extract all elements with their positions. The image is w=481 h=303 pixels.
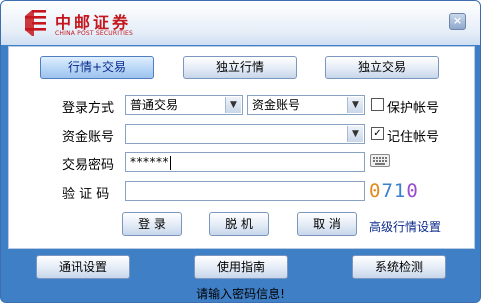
offline-button[interactable]: 脱 机 [209, 212, 269, 236]
captcha-char: 7 [381, 180, 394, 202]
comm-settings-button[interactable]: 通讯设置 [36, 255, 130, 279]
close-icon: × [452, 14, 463, 27]
soft-keyboard-icon[interactable] [370, 152, 390, 168]
status-message: 请输入密码信息! [196, 287, 285, 301]
mode-quote-trade-button[interactable]: 行情+交易 [40, 56, 154, 79]
login-method-value: 普通交易 [130, 98, 179, 112]
login-button[interactable]: 登 录 [122, 212, 182, 236]
brand-name-english: CHINA POST SECURITIES [55, 30, 134, 37]
fund-account-input[interactable]: ▼ [125, 124, 365, 144]
login-method-label: 登录方式 [62, 101, 115, 116]
login-method-select[interactable]: 普通交易 ▼ [125, 95, 243, 115]
chevron-down-icon: ▼ [347, 126, 363, 142]
remember-account-checkbox[interactable]: ✓ [371, 127, 384, 140]
password-label: 交易密码 [62, 158, 115, 173]
china-post-logo-icon [25, 10, 46, 36]
system-check-button[interactable]: 系统检测 [352, 255, 446, 279]
mode-quote-only-button[interactable]: 独立行情 [183, 56, 297, 79]
account-type-select[interactable]: 资金账号 ▼ [247, 95, 365, 115]
chevron-down-icon: ▼ [225, 97, 241, 113]
mode-trade-only-button[interactable]: 独立交易 [325, 56, 439, 79]
close-button[interactable]: × [449, 13, 466, 30]
advanced-quote-settings-link[interactable]: 高级行情设置 [369, 218, 441, 235]
text-caret [170, 155, 171, 170]
remember-account-label: 记住帐号 [387, 130, 440, 145]
captcha-char: 0 [406, 180, 419, 202]
password-input[interactable]: ****** [125, 152, 365, 172]
captcha-image[interactable]: 0710 [369, 180, 425, 202]
protect-account-label: 保护帐号 [387, 101, 440, 116]
checkmark-icon: ✓ [373, 128, 382, 139]
login-window: 中邮证券 CHINA POST SECURITIES × 行情+交易 独立行情 … [0, 0, 481, 303]
captcha-input[interactable] [125, 181, 365, 201]
user-guide-button[interactable]: 使用指南 [194, 255, 288, 279]
title-bar: 中邮证券 CHINA POST SECURITIES × [1, 1, 480, 45]
cancel-button[interactable]: 取 消 [297, 212, 357, 236]
fund-account-label: 资金账号 [62, 130, 115, 145]
protect-account-checkbox[interactable] [371, 98, 384, 111]
captcha-label: 验 证 码 [62, 187, 110, 202]
chevron-down-icon: ▼ [347, 97, 363, 113]
captcha-char: 1 [393, 180, 407, 202]
password-value: ****** [130, 155, 169, 169]
account-type-value: 资金账号 [252, 98, 301, 112]
captcha-char: 0 [369, 180, 382, 202]
